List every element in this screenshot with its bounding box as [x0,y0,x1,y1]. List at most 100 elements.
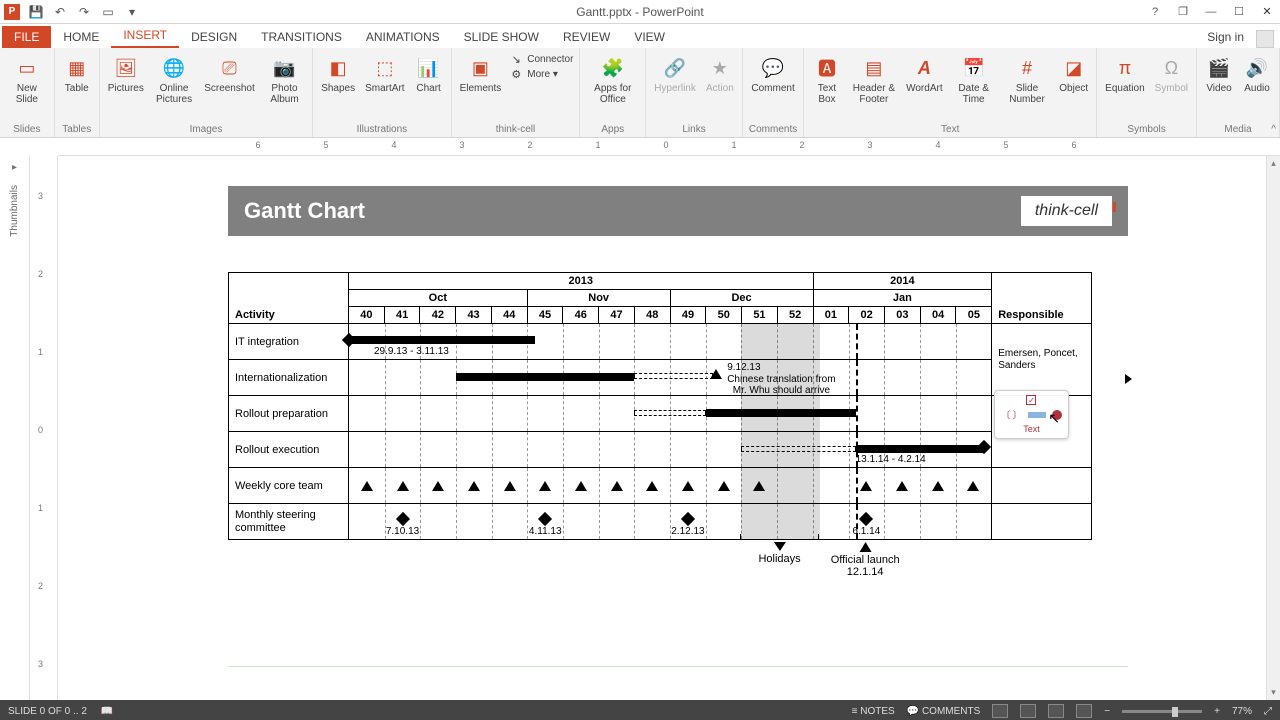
tab-home[interactable]: HOME [51,26,111,48]
week-46: 46 [563,307,599,324]
undo-icon[interactable]: ↶ [52,4,68,20]
responsible-rollout[interactable]: ✓〔 〕Text↖ [992,396,1092,468]
timeline-rollexec[interactable]: 13.1.14 - 4.2.14 [349,432,992,468]
slide-number-button[interactable]: #Slide Number [1003,52,1051,107]
online-pictures-button[interactable]: 🌐Online Pictures [152,52,196,107]
tab-slideshow[interactable]: SLIDE SHOW [452,26,551,48]
textbox-button[interactable]: 🅰Text Box [810,52,843,107]
reading-view-icon[interactable] [1048,704,1064,718]
chart-button[interactable]: 📊Chart [413,52,445,97]
activity-intl: Internationalization [229,360,349,396]
week-47: 47 [599,307,635,324]
timeline-rollprep[interactable] [349,396,992,432]
bar-icon[interactable] [1028,412,1046,418]
elements-button[interactable]: ▣Elements [458,52,504,97]
maximize-icon[interactable]: ☐ [1230,4,1248,20]
fit-window-icon[interactable]: ⤢ [1264,706,1272,717]
title-bar: P 💾 ↶ ↷ ▭ ▾ Gantt.pptx - PowerPoint ? ❐ … [0,0,1280,24]
scroll-up-icon[interactable]: ▴ [1267,158,1280,169]
connector-button[interactable]: ↘Connector [509,52,573,66]
week-02: 02 [849,307,885,324]
file-tab[interactable]: FILE [2,26,51,48]
ribbon-display-icon[interactable]: ❐ [1174,4,1192,20]
hyperlink-button[interactable]: 🔗Hyperlink [652,52,698,97]
tab-animations[interactable]: ANIMATIONS [354,26,452,48]
tab-view[interactable]: VIEW [622,26,677,48]
object-button[interactable]: ◪Object [1057,52,1090,97]
week-01: 01 [813,307,849,324]
scroll-down-icon[interactable]: ▾ [1267,687,1280,698]
equation-button[interactable]: πEquation [1103,52,1146,97]
bracket-icon[interactable]: 〔 〕 [1001,408,1022,421]
slide-canvas[interactable]: Gantt Chart think-cell Activity 2013 201… [58,156,1280,700]
slideshow-view-icon[interactable] [1076,704,1092,718]
help-icon[interactable]: ? [1146,4,1164,20]
tab-insert[interactable]: INSERT [111,24,179,48]
checkbox-icon[interactable]: ✓ [1026,395,1036,405]
new-slide-button[interactable]: ▭New Slide [6,52,48,107]
video-button[interactable]: 🎬Video [1203,52,1235,97]
redo-icon[interactable]: ↷ [76,4,92,20]
symbol-button[interactable]: ΩSymbol [1153,52,1190,97]
group-tables-label: Tables [62,124,91,135]
year-2014: 2014 [813,273,992,290]
vertical-scrollbar[interactable]: ▴ ▾ [1266,156,1280,700]
header-footer-button[interactable]: ▤Header & Footer [850,52,898,107]
horizontal-ruler: 6543210123456 [58,138,1280,156]
timeline-monthly[interactable]: 7.10.134.11.132.12.136.1.14 [349,504,992,540]
minimize-icon[interactable]: — [1202,4,1220,20]
context-toolbar[interactable]: ✓ 〔 〕Text [994,390,1069,439]
pictures-button[interactable]: 🖼Pictures [106,52,146,97]
group-media-label: Media [1224,124,1251,135]
expand-thumbnails-icon[interactable]: ▸ [12,162,17,173]
timeline-it[interactable]: 29.9.13 - 3.11.13 [349,324,992,360]
comment-button[interactable]: 💬Comment [749,52,796,97]
week-45: 45 [527,307,563,324]
week-05: 05 [956,307,992,324]
timeline-weekly[interactable] [349,468,992,504]
screenshot-button[interactable]: ⎚Screenshot [202,52,257,97]
slide[interactable]: Gantt Chart think-cell Activity 2013 201… [228,186,1128,590]
qat-more-icon[interactable]: ▾ [124,4,140,20]
notes-separator[interactable] [228,666,1128,667]
action-button[interactable]: ★Action [704,52,736,97]
start-show-icon[interactable]: ▭ [100,4,116,20]
sign-in[interactable]: Sign in [1195,26,1256,48]
zoom-slider[interactable] [1122,710,1202,713]
slide-title: Gantt Chart [244,198,365,224]
handle-icon[interactable] [1052,410,1062,420]
date-time-button[interactable]: 📅Date & Time [951,52,997,107]
zoom-in-icon[interactable]: + [1214,706,1220,717]
activity-rollexec: Rollout execution [229,432,349,468]
photo-album-button[interactable]: 📷Photo Album [263,52,306,107]
text-label[interactable]: Text [1023,424,1040,434]
smartart-button[interactable]: ⬚SmartArt [363,52,406,97]
group-text-label: Text [941,124,959,135]
week-41: 41 [384,307,420,324]
tab-design[interactable]: DESIGN [179,26,249,48]
timeline-intl[interactable]: 9.12.13Chinese translation from Mr. Whu … [349,360,992,396]
zoom-level[interactable]: 77% [1232,706,1252,717]
shapes-button[interactable]: ◧Shapes [319,52,357,97]
zoom-out-icon[interactable]: − [1104,706,1110,717]
wordart-button[interactable]: AWordArt [904,52,945,97]
tab-transitions[interactable]: TRANSITIONS [249,26,354,48]
activity-rollprep: Rollout preparation [229,396,349,432]
collapse-ribbon-icon[interactable]: ^ [1271,124,1276,135]
table-button[interactable]: ▦Table [61,52,93,97]
audio-button[interactable]: 🔊Audio [1241,52,1273,97]
more-button[interactable]: ⚙More ▾ [509,67,573,81]
gantt-chart[interactable]: Activity 2013 2014 Responsible Oct Nov D… [228,272,1128,590]
close-icon[interactable]: ✕ [1258,4,1276,20]
tab-review[interactable]: REVIEW [551,26,622,48]
save-icon[interactable]: 💾 [28,4,44,20]
ribbon: ▭New Slide Slides ▦Table Tables 🖼Picture… [0,48,1280,138]
notes-button[interactable]: ≡ NOTES [852,706,895,717]
apps-button[interactable]: 🧩Apps for Office [586,52,639,107]
spellcheck-icon[interactable]: 📖 [101,706,113,717]
sorter-view-icon[interactable] [1020,704,1036,718]
user-avatar-icon[interactable] [1256,30,1274,48]
comments-button[interactable]: 💬 COMMENTS [907,706,981,717]
normal-view-icon[interactable] [992,704,1008,718]
week-48: 48 [634,307,670,324]
